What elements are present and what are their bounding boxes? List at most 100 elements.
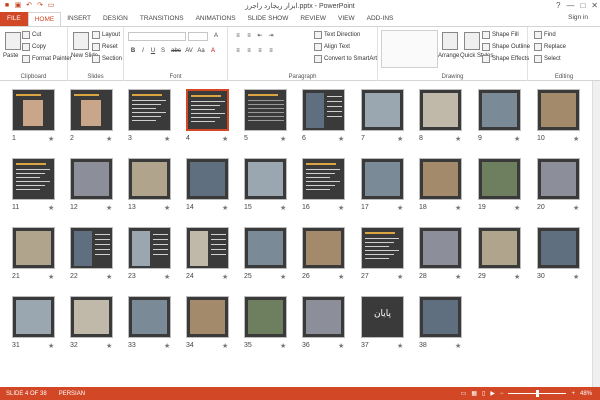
transition-icon[interactable]: ★ <box>397 204 403 212</box>
decrease-indent-icon[interactable]: ⇤ <box>256 32 264 40</box>
quick-styles-icon[interactable] <box>464 32 480 50</box>
strikethrough-button[interactable]: abc <box>170 47 182 55</box>
transition-icon[interactable]: ★ <box>280 342 286 350</box>
cut-button[interactable]: Cut <box>22 31 41 39</box>
slide-thumbnail[interactable] <box>537 227 580 269</box>
text-direction-button[interactable]: Text Direction <box>314 31 360 39</box>
slide-thumbnail[interactable] <box>537 89 580 131</box>
shape-outline-button[interactable]: Shape Outline <box>482 43 530 51</box>
slide-thumbnail[interactable] <box>12 89 55 131</box>
slide-thumbnail[interactable] <box>128 296 171 338</box>
slide-thumbnail[interactable] <box>70 296 113 338</box>
transition-icon[interactable]: ★ <box>48 135 54 143</box>
transition-icon[interactable]: ★ <box>514 135 520 143</box>
slide-sorter[interactable]: 1 ★ 2 ★ 3 ★ 4 ★ 5 ★ 6 ★ 7 ★ 8 ★ 9 ★ 10 ★ 11 ★ 12 ★ 13 ★ 14 ★ 15 ★ 16 ★ 1… <box>0 81 600 387</box>
close-icon[interactable]: ✕ <box>591 1 598 10</box>
paste-button[interactable]: Paste <box>3 53 18 59</box>
align-text-button[interactable]: Align Text <box>314 43 350 51</box>
transition-icon[interactable]: ★ <box>222 342 228 350</box>
slide-thumbnail[interactable] <box>244 227 287 269</box>
copy-button[interactable]: Copy <box>22 43 46 51</box>
reading-view-icon[interactable]: ▯ <box>482 390 485 397</box>
maximize-icon[interactable]: □ <box>580 1 585 10</box>
transition-icon[interactable]: ★ <box>455 342 461 350</box>
slide-thumbnail[interactable] <box>128 158 171 200</box>
transition-icon[interactable]: ★ <box>48 273 54 281</box>
char-spacing-button[interactable]: AV <box>184 47 194 55</box>
tab-home[interactable]: HOME <box>27 12 62 26</box>
slide-thumbnail[interactable] <box>128 89 171 131</box>
transition-icon[interactable]: ★ <box>106 204 112 212</box>
tab-design[interactable]: DESIGN <box>97 12 134 26</box>
arrange-icon[interactable] <box>442 32 458 50</box>
help-icon[interactable]: ? <box>556 1 560 10</box>
slide-thumbnail[interactable] <box>478 89 521 131</box>
sign-in-link[interactable]: Sign in <box>568 14 588 21</box>
slide-thumbnail[interactable] <box>12 158 55 200</box>
slide-thumbnail[interactable] <box>478 158 521 200</box>
grow-font-icon[interactable]: A <box>212 32 220 40</box>
transition-icon[interactable]: ★ <box>222 273 228 281</box>
paste-icon[interactable] <box>5 32 21 50</box>
section-button[interactable]: Section <box>92 55 122 63</box>
transition-icon[interactable]: ★ <box>338 135 344 143</box>
zoom-in-icon[interactable]: + <box>571 391 575 397</box>
transition-icon[interactable]: ★ <box>514 204 520 212</box>
slide-thumbnail[interactable] <box>537 158 580 200</box>
shapes-gallery[interactable] <box>381 30 438 68</box>
slide-thumbnail[interactable] <box>302 89 345 131</box>
app-icon[interactable]: ■ <box>3 2 11 10</box>
tab-insert[interactable]: INSERT <box>61 12 97 26</box>
zoom-level[interactable]: 48% <box>580 391 592 397</box>
transition-icon[interactable]: ★ <box>455 204 461 212</box>
redo-icon[interactable]: ↷ <box>36 2 44 10</box>
tab-view[interactable]: VIEW <box>332 12 361 26</box>
slide-sorter-view-icon[interactable]: ▦ <box>471 390 477 397</box>
tab-animations[interactable]: ANIMATIONS <box>190 12 242 26</box>
slide-thumbnail[interactable] <box>361 158 404 200</box>
tab-file[interactable]: FILE <box>0 12 28 26</box>
font-family-select[interactable] <box>128 32 186 41</box>
replace-button[interactable]: Replace <box>534 43 566 51</box>
transition-icon[interactable]: ★ <box>573 273 579 281</box>
slide-thumbnail[interactable] <box>186 296 229 338</box>
slide-thumbnail[interactable] <box>302 227 345 269</box>
slide-thumbnail[interactable] <box>12 227 55 269</box>
convert-smartart-button[interactable]: Convert to SmartArt <box>314 55 377 63</box>
bold-button[interactable]: B <box>129 47 137 55</box>
transition-icon[interactable]: ★ <box>455 273 461 281</box>
arrange-button[interactable]: Arrange <box>438 53 459 59</box>
slide-thumbnail[interactable] <box>186 227 229 269</box>
transition-icon[interactable]: ★ <box>106 273 112 281</box>
transition-icon[interactable]: ★ <box>338 342 344 350</box>
format-painter-button[interactable]: Format Painter <box>22 55 72 63</box>
increase-indent-icon[interactable]: ⇥ <box>267 32 275 40</box>
normal-view-icon[interactable]: ▭ <box>461 390 467 397</box>
slide-thumbnail[interactable] <box>419 158 462 200</box>
transition-icon[interactable]: ★ <box>48 204 54 212</box>
italic-button[interactable]: I <box>139 47 147 55</box>
slide-thumbnail[interactable] <box>70 227 113 269</box>
underline-button[interactable]: U <box>149 47 157 55</box>
transition-icon[interactable]: ★ <box>164 273 170 281</box>
undo-icon[interactable]: ↶ <box>25 2 33 10</box>
slide-thumbnail[interactable]: پایان <box>361 296 404 338</box>
transition-icon[interactable]: ★ <box>573 135 579 143</box>
slide-thumbnail[interactable] <box>12 296 55 338</box>
transition-icon[interactable]: ★ <box>397 273 403 281</box>
zoom-out-icon[interactable]: − <box>500 391 504 397</box>
tab-add-ins[interactable]: ADD-INS <box>361 12 400 26</box>
zoom-slider-thumb[interactable] <box>536 390 540 397</box>
slide-thumbnail[interactable] <box>419 296 462 338</box>
tab-review[interactable]: REVIEW <box>294 12 332 26</box>
transition-icon[interactable]: ★ <box>106 135 112 143</box>
minimize-icon[interactable]: — <box>566 1 574 10</box>
justify-icon[interactable]: ≡ <box>267 47 275 55</box>
bullets-icon[interactable]: ≡ <box>234 32 242 40</box>
shape-fill-button[interactable]: Shape Fill <box>482 31 519 39</box>
find-button[interactable]: Find <box>534 31 556 39</box>
slide-thumbnail[interactable] <box>361 89 404 131</box>
slide-thumbnail[interactable] <box>244 158 287 200</box>
shadow-button[interactable]: S <box>159 47 167 55</box>
slide-thumbnail[interactable] <box>302 158 345 200</box>
